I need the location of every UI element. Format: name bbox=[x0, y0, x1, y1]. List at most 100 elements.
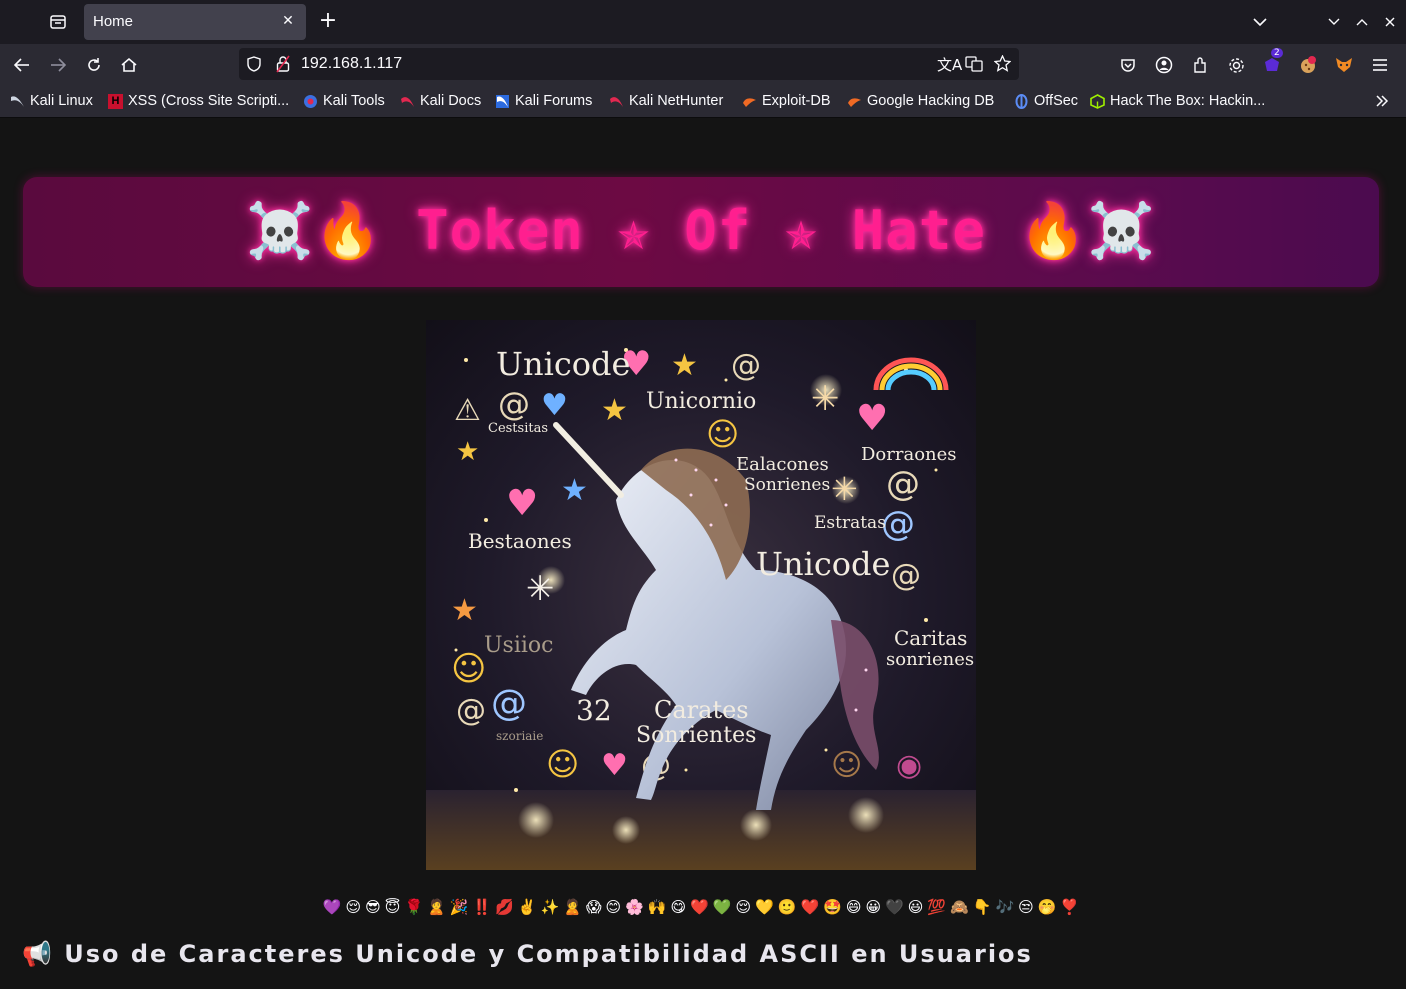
page-content: ☠️🔥 Token ✯ Of ✯ Hate 🔥☠️ ♥ ★ @ @ ♥ ★ ⚠ … bbox=[0, 118, 1406, 989]
svg-text:☺: ☺ bbox=[451, 649, 486, 689]
hero-label-unicode-2: Unicode bbox=[756, 545, 890, 583]
bookmark-star-icon[interactable] bbox=[993, 54, 1012, 76]
kali-tools-icon bbox=[303, 94, 318, 109]
hero-label-carates: Carates bbox=[654, 696, 749, 724]
bookmarks-overflow-icon[interactable] bbox=[1375, 92, 1389, 110]
page-translate-icon[interactable] bbox=[965, 56, 983, 76]
hero-label-dorraones: Dorraones bbox=[861, 444, 957, 465]
kali-docs-icon bbox=[400, 94, 415, 109]
svg-text:@: @ bbox=[498, 385, 530, 423]
svg-text:@: @ bbox=[731, 348, 761, 383]
svg-text:★: ★ bbox=[456, 437, 479, 467]
url-bar[interactable]: 192.168.1.117 文A bbox=[239, 48, 1019, 80]
hero-label-szoriaie: szoriaie bbox=[496, 729, 543, 743]
ghdb-icon bbox=[847, 94, 862, 109]
svg-text:✳: ✳ bbox=[811, 379, 840, 419]
hero-label-caritas: Caritas bbox=[894, 626, 967, 650]
pocket-icon[interactable] bbox=[1115, 52, 1141, 78]
svg-text:⚠: ⚠ bbox=[454, 393, 481, 428]
bookmark-kali-linux[interactable]: Kali Linux bbox=[10, 92, 93, 110]
emoji-row: 💜😌😎😇🌹🙎🎉‼️💋✌️✨🙎😱😊🌸🙌😋❤️💚😌💛🙂❤️🤩😄😀🖤😃💯🙈👇🎶😒🤭❣️ bbox=[322, 898, 1084, 916]
translate-icon[interactable]: 文A bbox=[937, 54, 962, 75]
account-icon[interactable] bbox=[1151, 52, 1177, 78]
bookmark-kali-docs[interactable]: Kali Docs bbox=[400, 92, 481, 110]
hero-label-sonrienes: Sonrienes bbox=[744, 475, 830, 495]
hero-label-32: 32 bbox=[576, 694, 612, 727]
svg-text:♥: ♥ bbox=[601, 748, 628, 783]
navigation-toolbar: 192.168.1.117 文A 2 bbox=[0, 44, 1406, 84]
svg-text:☺: ☺ bbox=[706, 415, 739, 453]
url-text[interactable]: 192.168.1.117 bbox=[301, 55, 402, 73]
svg-text:♥: ♥ bbox=[856, 398, 888, 439]
svg-text:★: ★ bbox=[601, 393, 628, 428]
hero-label-unicode-1: Unicode bbox=[496, 345, 630, 383]
htb-icon bbox=[1090, 93, 1105, 109]
tab-home[interactable]: Home ✕ bbox=[84, 4, 306, 40]
maximize-icon[interactable] bbox=[1352, 12, 1372, 32]
extension-shield-icon[interactable]: 2 bbox=[1259, 48, 1285, 78]
extensions-icon[interactable] bbox=[1187, 52, 1213, 78]
close-icon[interactable]: ✕ bbox=[280, 13, 296, 29]
settings-gear-icon[interactable] bbox=[1223, 52, 1249, 78]
svg-text:★: ★ bbox=[451, 593, 478, 628]
new-tab-button[interactable]: + bbox=[316, 10, 340, 34]
offsec-icon bbox=[1014, 93, 1029, 109]
minimize-icon[interactable] bbox=[1324, 12, 1344, 32]
hero-label-cestsitas: Cestsitas bbox=[488, 421, 548, 436]
svg-text:★: ★ bbox=[671, 348, 698, 383]
hero-label-sonrientes: Sonrientes bbox=[636, 723, 756, 748]
svg-text:♥: ♥ bbox=[506, 483, 538, 524]
svg-text:◉: ◉ bbox=[896, 748, 922, 783]
svg-text:@: @ bbox=[891, 558, 921, 593]
tab-overview-icon[interactable] bbox=[44, 8, 72, 36]
window-close-icon[interactable] bbox=[1380, 12, 1400, 32]
home-icon[interactable] bbox=[116, 52, 142, 78]
svg-text:☺: ☺ bbox=[546, 745, 579, 783]
svg-text:@: @ bbox=[456, 693, 486, 728]
hero-label-sonrienes-2: sonrienes bbox=[886, 649, 974, 670]
hero-label-bestaones: Bestaones bbox=[468, 529, 572, 553]
svg-text:✳: ✳ bbox=[831, 470, 858, 508]
hero-label-unicornio: Unicornio bbox=[646, 389, 756, 414]
hackerone-icon: H bbox=[108, 93, 123, 109]
svg-text:@: @ bbox=[491, 683, 527, 724]
exploit-db-icon bbox=[742, 94, 757, 109]
section-heading: 📢 Uso de Caracteres Unicode y Compatibil… bbox=[22, 940, 1033, 968]
svg-text:☺: ☺ bbox=[831, 748, 862, 783]
bookmark-offsec[interactable]: OffSec bbox=[1014, 92, 1078, 110]
menu-icon[interactable] bbox=[1367, 52, 1393, 78]
svg-text:@: @ bbox=[881, 504, 915, 544]
hero-label-estratas: Estratas bbox=[814, 513, 886, 533]
tab-title: Home bbox=[93, 13, 134, 30]
insecure-lock-icon[interactable] bbox=[276, 55, 290, 77]
fox-extension-icon[interactable] bbox=[1331, 52, 1357, 78]
kali-dragon-icon bbox=[10, 94, 25, 109]
shield-icon[interactable] bbox=[247, 56, 261, 76]
svg-text:✳: ✳ bbox=[526, 569, 555, 609]
bookmark-google-hacking-db[interactable]: Google Hacking DB bbox=[847, 92, 994, 110]
bookmark-kali-forums[interactable]: Kali Forums bbox=[495, 92, 592, 110]
hero-label-ealacones: Ealacones bbox=[736, 454, 829, 475]
back-icon[interactable] bbox=[9, 52, 35, 78]
bookmark-xss[interactable]: H XSS (Cross Site Scripti... bbox=[108, 92, 289, 110]
bookmark-exploit-db[interactable]: Exploit-DB bbox=[742, 92, 831, 110]
tab-strip: Home ✕ + bbox=[0, 0, 1406, 44]
title-banner: ☠️🔥 Token ✯ Of ✯ Hate 🔥☠️ bbox=[23, 177, 1379, 287]
svg-text:♥: ♥ bbox=[541, 388, 568, 423]
svg-text:★: ★ bbox=[561, 473, 588, 508]
kali-nethunter-icon bbox=[609, 94, 624, 109]
svg-text:@: @ bbox=[886, 464, 920, 504]
unicorn-hero-image: ♥ ★ @ @ ♥ ★ ⚠ ♥ ✳ ☺ ♥ ★ ★ @ @ ✳ ✳ ★ ☺ @ bbox=[426, 320, 976, 870]
forward-icon[interactable] bbox=[45, 52, 71, 78]
hero-label-usiioc: Usiioc bbox=[484, 633, 553, 658]
kali-forums-icon bbox=[495, 94, 510, 109]
bookmarks-toolbar: Kali Linux H XSS (Cross Site Scripti... K… bbox=[0, 84, 1406, 118]
extension-badge: 2 bbox=[1271, 48, 1283, 58]
reload-icon[interactable] bbox=[81, 52, 107, 78]
bookmark-hack-the-box[interactable]: Hack The Box: Hackin... bbox=[1090, 92, 1265, 110]
bookmark-kali-tools[interactable]: Kali Tools bbox=[303, 92, 385, 110]
cookie-extension-icon[interactable] bbox=[1295, 52, 1321, 78]
list-all-tabs-icon[interactable] bbox=[1250, 12, 1270, 32]
page-title: ☠️🔥 Token ✯ Of ✯ Hate 🔥☠️ bbox=[246, 199, 1156, 262]
bookmark-kali-nethunter[interactable]: Kali NetHunter bbox=[609, 92, 723, 110]
